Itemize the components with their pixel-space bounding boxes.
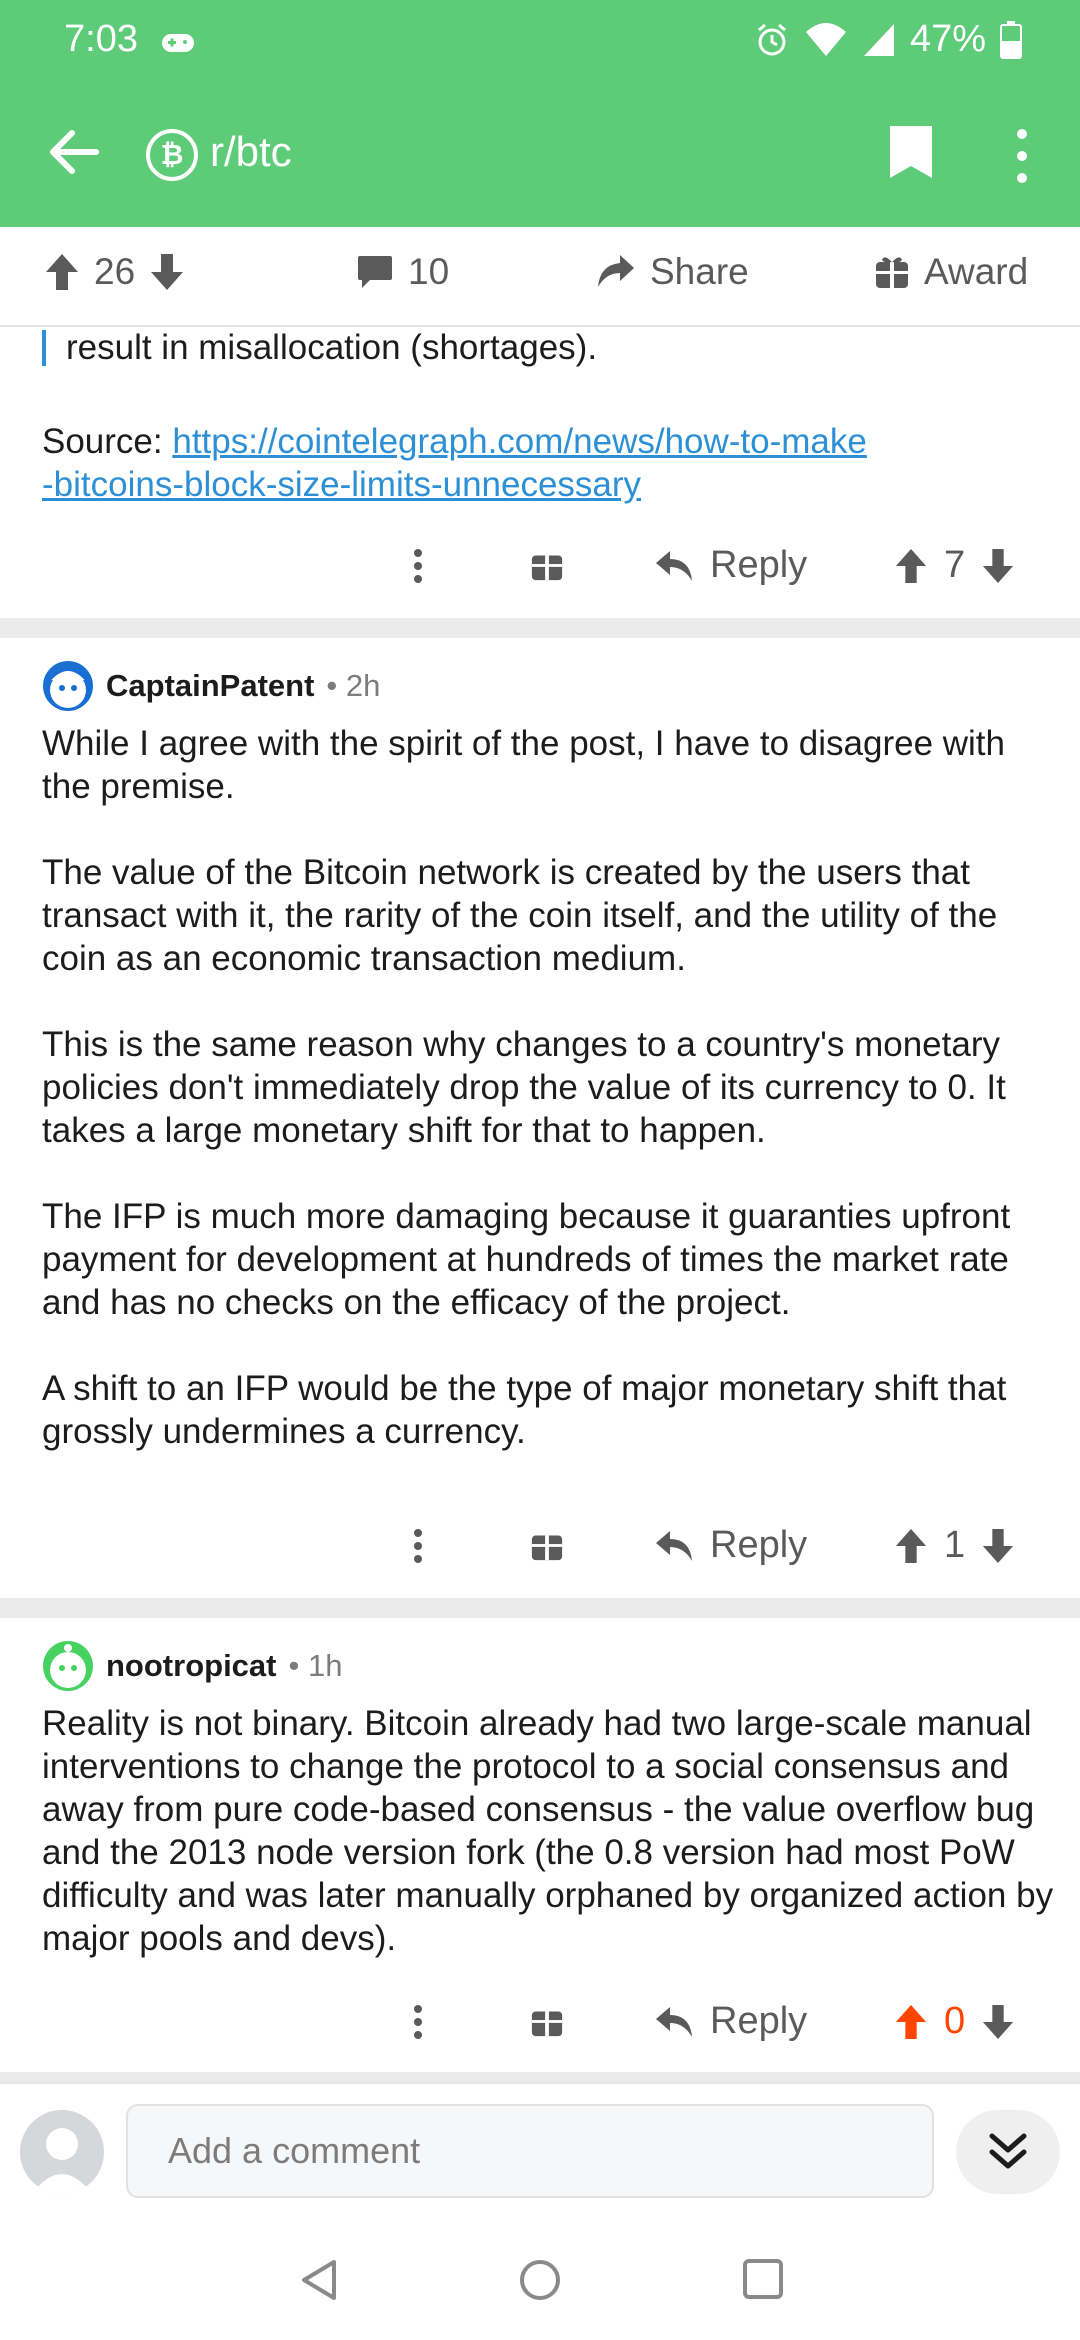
comment-vote-group: 1 — [894, 1524, 1015, 1567]
upvote-icon[interactable] — [44, 252, 80, 292]
comment-body: While I agree with the spirit of the pos… — [42, 722, 1062, 1496]
comment-icon — [358, 256, 392, 288]
source-line: Source: https://cointelegraph.com/news/h… — [42, 420, 867, 463]
comment-actions: Reply 7 — [0, 530, 1080, 600]
gift-icon[interactable] — [530, 548, 564, 582]
reply-label: Reply — [710, 1524, 808, 1566]
alarm-icon — [757, 23, 786, 55]
share-button[interactable]: Share — [596, 251, 749, 293]
gift-icon[interactable] — [530, 2004, 564, 2038]
default-avatar-icon — [32, 2128, 92, 2194]
reply-label: Reply — [710, 2000, 808, 2042]
more-vertical-icon[interactable] — [1010, 126, 1034, 186]
comment-age: • 1h — [288, 1648, 343, 1683]
comment-vote-group: 0 — [894, 2000, 1015, 2043]
upvote-icon[interactable] — [894, 1527, 928, 1565]
reply-button[interactable]: Reply — [654, 544, 807, 587]
comment-actions: Reply 1 — [0, 1510, 1080, 1580]
comment-author[interactable]: CaptainPatent — [106, 668, 314, 704]
comment-paragraph: The value of the Bitcoin network is crea… — [42, 853, 998, 978]
comments-button[interactable]: 10 — [356, 251, 449, 293]
comment-paragraph: The IFP is much more damaging because it… — [42, 1197, 1011, 1322]
bookmark-icon[interactable] — [888, 124, 934, 180]
nav-back-icon[interactable] — [298, 2258, 340, 2302]
downvote-icon[interactable] — [149, 252, 185, 292]
comment-paragraph: Reality is not binary. Bitcoin already h… — [42, 1704, 1054, 1958]
comment-separator — [0, 2072, 1080, 2082]
comment-composer: Add a comment — [0, 2082, 1080, 2214]
downvote-icon[interactable] — [981, 547, 1015, 585]
status-right: 47% — [754, 18, 1022, 61]
share-icon — [598, 255, 634, 287]
double-chevron-down-icon — [989, 2133, 1027, 2169]
reply-icon — [656, 550, 692, 581]
more-vertical-icon[interactable] — [412, 548, 424, 584]
reply-label: Reply — [710, 544, 808, 586]
nav-home-icon[interactable] — [518, 2258, 562, 2302]
comment-vote-group: 7 — [894, 544, 1015, 587]
comment-separator — [0, 1598, 1080, 1618]
comment-count: 10 — [408, 251, 450, 292]
status-time: 7:03 — [64, 18, 138, 60]
gift-icon[interactable] — [530, 1528, 564, 1562]
comment-body: Reality is not binary. Bitcoin already h… — [42, 1702, 1062, 2003]
reply-button[interactable]: Reply — [654, 2000, 807, 2043]
comment-paragraph: A shift to an IFP would be the type of m… — [42, 1369, 1007, 1451]
battery-percent: 47% — [909, 18, 986, 60]
battery-icon — [1000, 20, 1022, 59]
signal-icon — [863, 23, 894, 56]
app-header: 7:03 47% ₿ r/btc — [0, 0, 1080, 227]
comment-actions: Reply 0 — [0, 1986, 1080, 2056]
back-arrow-icon[interactable] — [44, 122, 104, 182]
reply-icon — [656, 1530, 692, 1561]
source-line-2: -bitcoins-block-size-limits-unnecessary — [42, 463, 641, 506]
game-controller-icon — [162, 34, 194, 52]
comment-paragraph: While I agree with the spirit of the pos… — [42, 724, 1005, 806]
vote-count: 1 — [944, 1524, 966, 1566]
nav-recents-icon[interactable] — [742, 2258, 784, 2300]
more-vertical-icon[interactable] — [412, 2004, 424, 2040]
source-link[interactable]: https://cointelegraph.com/news/how-to-ma… — [172, 422, 867, 461]
add-comment-input[interactable]: Add a comment — [126, 2104, 934, 2198]
bitcoin-icon: ₿ — [146, 129, 198, 181]
more-vertical-icon[interactable] — [412, 1528, 424, 1564]
source-label: Source: — [42, 422, 173, 461]
user-avatar[interactable] — [20, 2110, 104, 2194]
post-action-bar: 26 10 Share Award — [0, 227, 1080, 327]
upvote-icon[interactable] — [894, 2003, 928, 2041]
comment-separator — [0, 618, 1080, 638]
comment-header: CaptainPatent • 2h — [42, 660, 380, 712]
avatar[interactable] — [42, 1640, 94, 1692]
post-vote-group: 26 — [44, 251, 185, 293]
comment-header: nootropicat • 1h — [42, 1640, 342, 1692]
system-nav-bar — [0, 2212, 1080, 2340]
comment-author[interactable]: nootropicat — [106, 1648, 277, 1684]
award-button[interactable]: Award — [874, 251, 1028, 293]
downvote-icon[interactable] — [981, 2003, 1015, 2041]
avatar[interactable] — [42, 660, 94, 712]
subreddit-name[interactable]: r/btc — [210, 128, 292, 176]
collapse-button[interactable] — [956, 2110, 1060, 2194]
gift-icon — [876, 257, 908, 288]
vote-count: 7 — [944, 544, 966, 586]
wifi-icon — [805, 22, 846, 56]
reply-button[interactable]: Reply — [654, 1524, 807, 1567]
vote-count: 0 — [944, 2000, 966, 2042]
downvote-icon[interactable] — [981, 1527, 1015, 1565]
source-link-continued[interactable]: -bitcoins-block-size-limits-unnecessary — [42, 465, 641, 504]
comment-age: • 2h — [326, 668, 381, 703]
post-vote-count: 26 — [94, 251, 136, 292]
quote-text: result in misallocation (shortages). — [66, 328, 598, 367]
quote-bar — [42, 330, 46, 366]
award-label: Award — [924, 251, 1029, 292]
reply-icon — [656, 2006, 692, 2037]
share-label: Share — [650, 251, 749, 292]
comment-paragraph: This is the same reason why changes to a… — [42, 1025, 1006, 1150]
upvote-icon[interactable] — [894, 547, 928, 585]
